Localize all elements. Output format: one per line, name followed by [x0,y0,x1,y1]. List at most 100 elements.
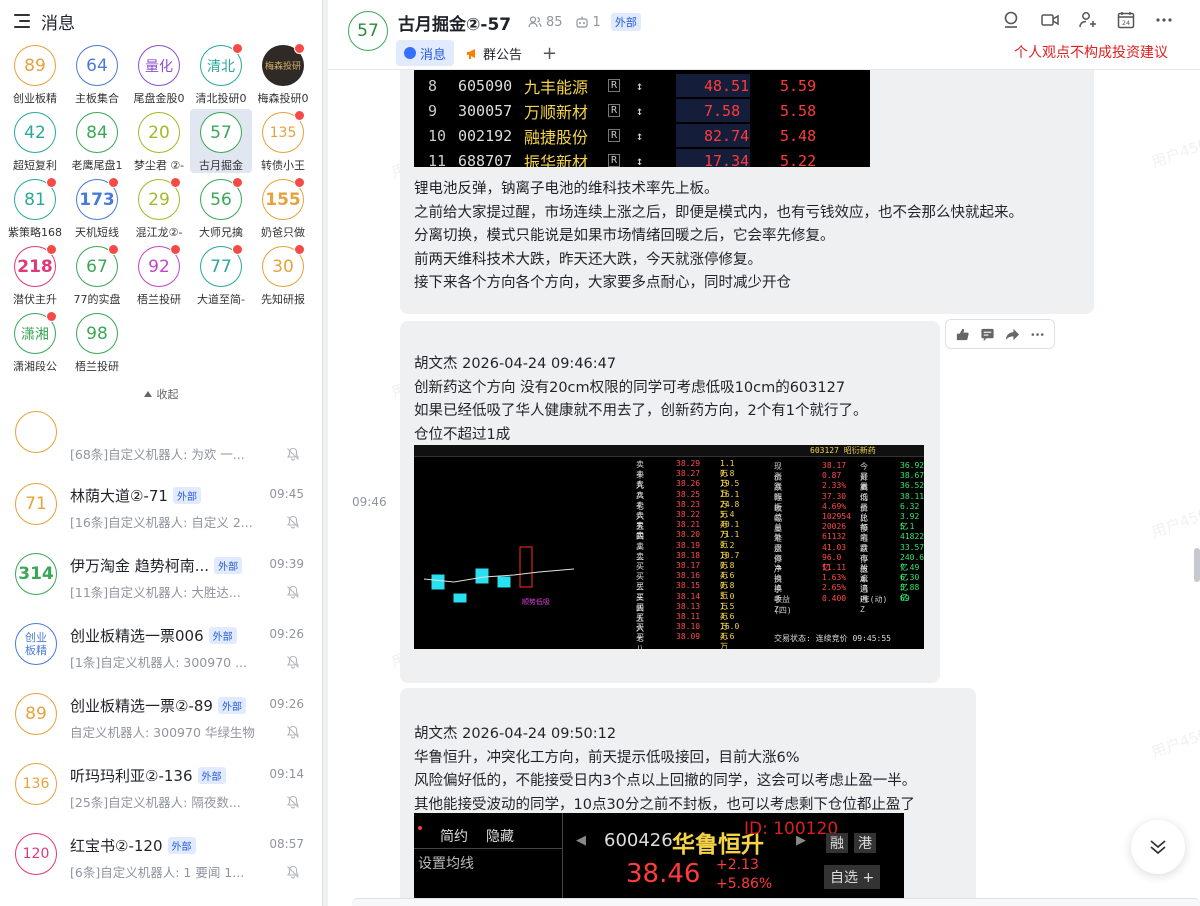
group-tile-label: 紫策略168 [8,226,62,240]
conversation-item[interactable]: [68条]自定义机器人: 为欢 一... [0,411,322,468]
hide-button[interactable]: 隐藏 [486,826,514,846]
group-tile-grid: 89 创业板精 64 主板集合 量化 尾盘金股0 清北 清北投研0 梅森投研 梅森投研0 42 超短复… [0,42,322,374]
group-tile[interactable]: 89 创业板精 [4,42,66,106]
group-tile[interactable]: 20 梦尘君 ②- [128,109,190,173]
message-area[interactable]: 用户450295 7306用户450295 7306用户450295 7306用… [328,70,1200,906]
group-tile[interactable]: 98 梧兰投研 [66,310,128,374]
search-icon[interactable] [1002,10,1022,30]
quote-info-cell: 38.17 [822,461,847,470]
message-bubble[interactable]: 宿迁股份R8605090九丰能源R↕48.515.599300057万顺新材R↕… [400,70,1094,314]
quote-info-cell: 5.1 [900,522,915,532]
stock-ranking-image[interactable]: 宿迁股份R8605090九丰能源R↕48.515.599300057万顺新材R↕… [414,70,870,167]
conversation-list: [68条]自定义机器人: 为欢 一... 71 林荫大道②-71 外部 09:45 [16… [0,411,322,888]
group-tile-avatar: 潇湘 [14,311,57,355]
next-stock-icon[interactable]: ▶ [796,833,806,848]
conversation-item[interactable]: 创业板精 创业板精选一票006 外部 09:26 [1条]自定义机器人: 300970 … [0,608,322,678]
message-bubble[interactable]: 胡文杰 2026-04-24 09:46:47 创新药这个方向 没有20cm权限… [400,321,940,683]
add-watchlist-button[interactable]: 自选 + [824,865,881,889]
group-tile[interactable]: 量化 尾盘金股0 [128,42,190,106]
group-tile-avatar: 29 [138,177,181,221]
unread-dot-icon [108,177,119,188]
members-icon[interactable] [528,15,542,29]
reply-icon[interactable] [980,327,995,342]
scrollbar-thumb[interactable] [1194,548,1200,582]
svg-text:24: 24 [1122,19,1130,27]
group-title[interactable]: 古月掘金②-57 [398,10,511,35]
group-tile[interactable]: 77 大道至简- [190,243,252,307]
group-tile[interactable]: 56 大师兄擒 [190,176,252,240]
level2-quote-image[interactable]: 603127 昭衍新药 顺势低吸 卖十 38.29 1.1万 卖九 38.27 0.8万 卖八 3… [414,445,924,649]
tab-announcement[interactable]: 群公告 [458,40,530,66]
more-actions-icon[interactable] [1030,327,1045,342]
orderbook-price: 38.19 [676,540,701,550]
group-tile[interactable]: 218 潜伏主升 [4,243,66,307]
group-tile[interactable]: 64 主板集合 [66,42,128,106]
margin-trading-icon: R [608,104,620,117]
collapse-button[interactable]: 收起 [0,380,322,408]
video-call-icon[interactable] [1040,10,1060,30]
calendar-icon[interactable]: 24 [1116,10,1136,30]
group-tile[interactable]: 173 天机短线 [66,176,128,240]
mute-bell-icon[interactable] [286,864,300,879]
group-tile-label: 梧兰投研 [75,360,119,374]
quote-info-cell: PE(动) [860,594,888,604]
avatar-text: 创业板精 [25,631,47,657]
group-tile[interactable]: 67 77的实盘 [66,243,128,307]
group-tile[interactable]: 155 奶爸只做 [252,176,314,240]
candle [497,576,511,588]
thumbs-up-icon[interactable] [955,327,970,342]
mute-bell-icon[interactable] [286,724,300,739]
group-tile[interactable]: 92 梧兰投研 [128,243,190,307]
margin-trading-icon: R [608,79,620,92]
conversation-item[interactable]: 89 创业板精选一票②-89 外部 09:26 自定义机器人: 300970 华绿生物 [0,678,322,748]
prev-stock-icon[interactable]: ◀ [576,833,586,848]
conversation-time: 09:39 [269,557,304,571]
watermark-text: 用户450295 7306 [1149,110,1200,172]
bot-icon[interactable] [575,15,589,29]
group-tile[interactable]: 135 转债小王 [252,109,314,173]
conversation-item[interactable]: 71 林荫大道②-71 外部 09:45 [16条]自定义机器人: 自定义 2... [0,468,322,538]
message-input-box[interactable] [352,898,1200,906]
simple-mode-button[interactable]: 简约 [440,826,468,846]
stock-quote-image[interactable]: 简约 隐藏 设置均线 600426 华鲁恒升 38.46 +2.13 +5.86% ID: 10… [414,813,904,906]
forward-icon[interactable] [1005,327,1020,342]
menu-icon[interactable] [14,14,32,28]
mute-bell-icon[interactable] [286,446,300,461]
message-bubble[interactable]: 胡文杰 2026-04-24 09:50:12 华鲁恒升，冲突化工方向，前天提示… [400,688,976,906]
group-tile[interactable]: 81 紫策略168 [4,176,66,240]
group-tile[interactable]: 潇湘 潇湘段公 [4,310,66,374]
group-tile[interactable]: 梅森投研 梅森投研0 [252,42,314,106]
conversation-preview: [16条]自定义机器人: 自定义 2... [70,515,253,530]
mute-bell-icon[interactable] [286,514,300,529]
hk-connect-badge[interactable]: 港 [854,833,876,853]
collapse-label: 收起 [156,388,179,401]
group-tile[interactable]: 84 老鹰尾盘1 [66,109,128,173]
conversation-item[interactable]: 120 红宝书②-120 外部 08:57 [6条]自定义机器人: 1 要闻 1... [0,818,322,888]
set-moving-average-dropdown[interactable]: 设置均线 [418,853,474,873]
orderbook-price: 38.09 [676,632,701,642]
conversation-item[interactable]: 136 听玛玛利亚②-136 外部 09:14 [25条]自定义机器人: 隔夜数... [0,748,322,818]
mute-bell-icon[interactable] [286,584,300,599]
group-tile[interactable]: 42 超短复利 [4,109,66,173]
add-member-icon[interactable] [1078,10,1098,30]
group-tile[interactable]: 30 先知研报 [252,243,314,307]
tab-messages[interactable]: 消息 [396,40,455,66]
stock-cell: 82.74 [704,126,750,145]
more-icon[interactable] [1154,10,1174,30]
group-tile[interactable]: 清北 清北投研0 [190,42,252,106]
user-id-overlay: ID: 100120 [744,819,839,839]
group-tile[interactable]: 57 古月掘金 [190,109,252,173]
conversation-time: 09:45 [269,487,304,501]
mute-bell-icon[interactable] [286,654,300,669]
mute-bell-icon[interactable] [286,794,300,809]
updown-arrow-icon: ↕ [636,103,644,118]
margin-badge[interactable]: 融 [826,833,848,853]
bot-count: 1 [592,14,601,30]
price-change-percent: +5.86% [716,876,773,892]
group-tile[interactable]: 29 混江龙②- [128,176,190,240]
conversation-item[interactable]: 314 伊万淘金 趋势柯南... 外部 09:39 [11条]自定义机器人: 大胜达..… [0,538,322,608]
scroll-to-bottom-button[interactable] [1131,820,1185,874]
watermark-text: 用户450295 7306 [1149,700,1200,762]
group-avatar[interactable]: 57 [348,11,388,51]
add-tab-button[interactable]: + [542,43,557,64]
